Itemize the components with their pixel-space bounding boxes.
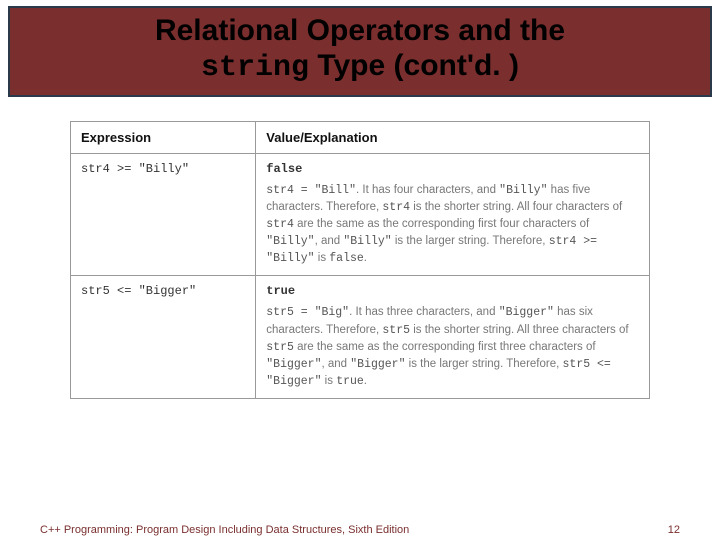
cell-value-explanation: true str5 = "Big". It has three characte… xyxy=(256,276,650,398)
title-code-word: string xyxy=(201,51,309,85)
slide: Relational Operators and the string Type… xyxy=(0,6,720,546)
title-line-2-rest: Type (cont'd. ) xyxy=(309,49,519,82)
table-header-row: Expression Value/Explanation xyxy=(71,122,650,154)
value-word: false xyxy=(266,162,639,176)
title-line-1: Relational Operators and the xyxy=(20,14,700,49)
title-line-2: string Type (cont'd. ) xyxy=(20,49,700,86)
explanation-text: str5 = "Big". It has three characters, a… xyxy=(266,304,639,389)
value-word: true xyxy=(266,284,639,298)
col-header-value: Value/Explanation xyxy=(256,122,650,154)
footer-text: C++ Programming: Program Design Includin… xyxy=(40,524,409,536)
footer: C++ Programming: Program Design Includin… xyxy=(0,524,720,536)
table-row: str4 >= "Billy" false str4 = "Bill". It … xyxy=(71,154,650,276)
title-bar: Relational Operators and the string Type… xyxy=(8,6,712,97)
col-header-expression: Expression xyxy=(71,122,256,154)
explanation-table: Expression Value/Explanation str4 >= "Bi… xyxy=(70,121,650,399)
cell-value-explanation: false str4 = "Bill". It has four charact… xyxy=(256,154,650,276)
cell-expression: str4 >= "Billy" xyxy=(71,154,256,276)
cell-expression: str5 <= "Bigger" xyxy=(71,276,256,398)
page-number: 12 xyxy=(668,524,680,536)
explanation-text: str4 = "Bill". It has four characters, a… xyxy=(266,182,639,267)
content-area: Expression Value/Explanation str4 >= "Bi… xyxy=(0,97,720,399)
table-row: str5 <= "Bigger" true str5 = "Big". It h… xyxy=(71,276,650,398)
